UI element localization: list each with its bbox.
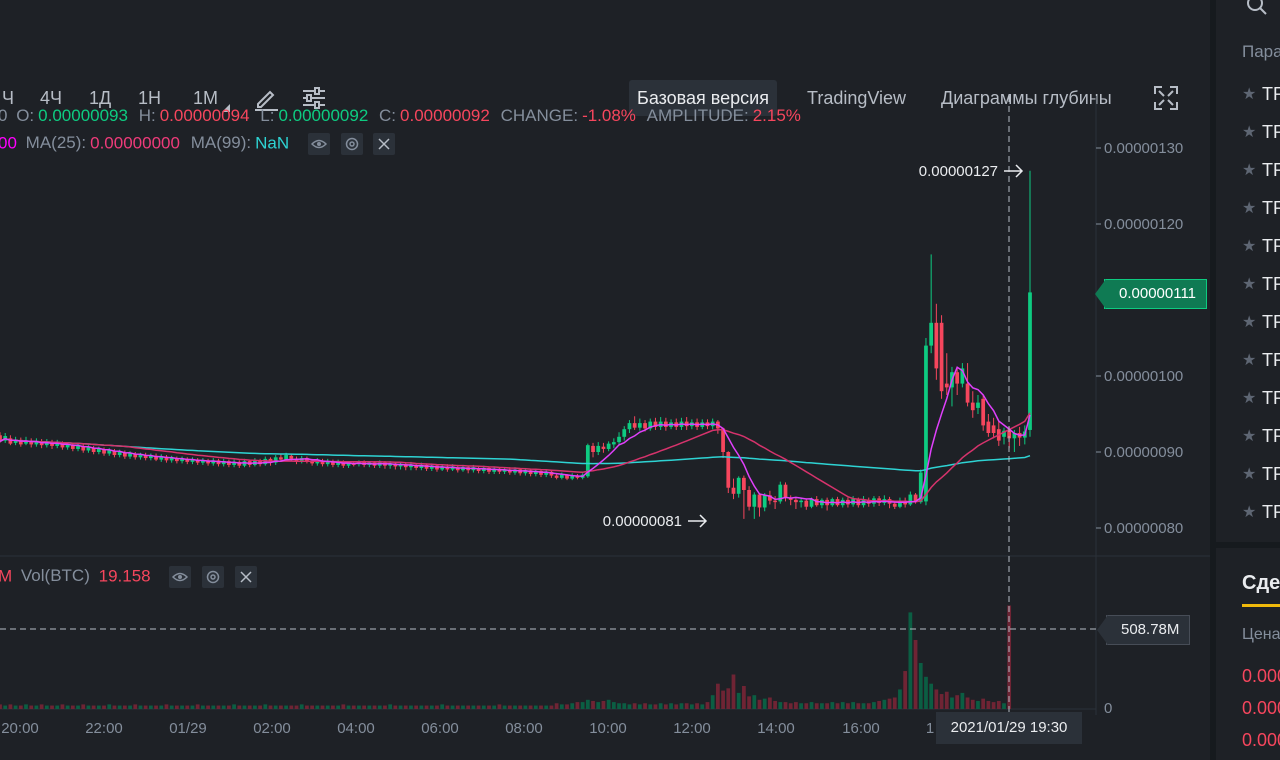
favorite-star-icon[interactable]: ★ — [1242, 312, 1256, 332]
price-tag-pointer — [1095, 279, 1106, 309]
trades-tab-underline — [1242, 604, 1280, 607]
pair-item[interactable]: TR — [1262, 350, 1280, 371]
pair-item[interactable]: TR — [1262, 122, 1280, 143]
amplitude-label: AMPLITUDE: — [646, 106, 749, 125]
pair-item[interactable]: TR — [1262, 84, 1280, 105]
favorite-star-icon[interactable]: ★ — [1242, 350, 1256, 370]
ma-visibility-button[interactable] — [307, 133, 330, 155]
close-label: C: — [379, 106, 397, 125]
gear-icon — [206, 570, 220, 584]
favorite-star-icon[interactable]: ★ — [1242, 426, 1256, 446]
top-strip — [0, 0, 1210, 35]
pair-item[interactable]: TR — [1262, 274, 1280, 295]
chart-toolbar: Ч 4Ч 1Д 1Н 1М Базовая версия TradingView… — [0, 34, 1210, 116]
pair-item[interactable]: TR — [1262, 464, 1280, 485]
current-price-tag: 0.00000111 — [1104, 279, 1208, 309]
favorite-star-icon[interactable]: ★ — [1242, 122, 1256, 142]
ohlc-legend: 0 O: 0.00000093 H: 0.00000094 L: 0.00000092… — [0, 106, 801, 126]
ma25-value: 0.00000000 — [90, 133, 180, 153]
high-label: H: — [138, 106, 156, 125]
ma99-label: MA(99): — [190, 133, 252, 153]
trades-title[interactable]: Сде — [1242, 572, 1280, 595]
low-value: 0.00000092 — [278, 106, 369, 125]
volume-crosshair-value: 508.78M — [1121, 621, 1180, 638]
trades-section: Сде Цена 0.000 0.000 0.000 — [1216, 548, 1280, 760]
favorite-star-icon[interactable]: ★ — [1242, 274, 1256, 294]
pair-item[interactable]: TR — [1262, 426, 1280, 447]
ma7-prefix: 00 — [0, 133, 17, 153]
favorite-star-icon[interactable]: ★ — [1242, 236, 1256, 256]
tab-depth-chart[interactable]: Диаграммы глубины — [933, 80, 1120, 116]
favorite-star-icon[interactable]: ★ — [1242, 160, 1256, 180]
pair-item[interactable]: TR — [1262, 160, 1280, 181]
volume-zero-label: 0 — [1104, 700, 1113, 717]
ma99-value: NaN — [255, 133, 290, 153]
high-value: 0.00000094 — [159, 106, 250, 125]
favorite-star-icon[interactable]: ★ — [1242, 84, 1256, 104]
ma-legend: 00 MA(25): 0.00000000 MA(99): NaN — [0, 133, 396, 155]
volume-visibility-button[interactable] — [169, 566, 192, 588]
ma-settings-button[interactable] — [340, 133, 363, 155]
low-label: L: — [260, 106, 275, 125]
favorite-star-icon[interactable]: ★ — [1242, 502, 1256, 522]
favorite-star-icon[interactable]: ★ — [1242, 198, 1256, 218]
favorite-star-icon[interactable]: ★ — [1242, 464, 1256, 484]
pairs-header: Пара — [1242, 42, 1280, 61]
fullscreen-icon[interactable] — [1152, 84, 1180, 112]
volume-tag-pointer — [1097, 615, 1108, 645]
eye-icon — [172, 572, 189, 582]
volume-settings-button[interactable] — [202, 566, 225, 588]
favorite-star-icon[interactable]: ★ — [1242, 388, 1256, 408]
volume-label: Vol(BTC) — [20, 566, 90, 586]
change-label: CHANGE: — [500, 106, 579, 125]
search-icon[interactable] — [1244, 0, 1270, 18]
eye-icon — [310, 139, 327, 149]
volume-prefix: M — [0, 566, 13, 586]
tab-tradingview[interactable]: TradingView — [799, 80, 914, 116]
trade-price: 0.000 — [1242, 730, 1280, 750]
volume-value: 19.158 — [98, 566, 151, 586]
close-icon — [240, 571, 252, 583]
ma25-label: MA(25): — [25, 133, 87, 153]
current-price-value: 0.00000111 — [1119, 285, 1197, 302]
price-column-header: Цена — [1242, 626, 1280, 643]
pair-item[interactable]: TR — [1262, 502, 1280, 523]
markets-panel: Пара ★ TR ★ TR ★ TR ★ TR ★ TR ★ TR ★ TR ★ TR ★ TR ★ TR ★ TR ★ T… — [1216, 0, 1280, 760]
pair-item[interactable]: TR — [1262, 198, 1280, 219]
pair-item[interactable]: TR — [1262, 312, 1280, 333]
trade-price: 0.000 — [1242, 666, 1280, 686]
close-value: 0.00000092 — [400, 106, 490, 125]
amplitude-value: 2.15% — [752, 106, 801, 125]
gear-icon — [345, 137, 358, 151]
pair-item[interactable]: TR — [1262, 388, 1280, 409]
ma-close-button[interactable] — [373, 133, 396, 155]
volume-close-button[interactable] — [234, 566, 257, 588]
change-value: -1.08% — [582, 106, 636, 125]
close-icon — [378, 138, 390, 150]
ohlc-prefix: 0 — [0, 106, 8, 125]
volume-crosshair-tag: 508.78M — [1106, 615, 1191, 645]
crosshair-time-label: 2021/01/29 19:30 — [936, 712, 1082, 744]
open-value: 0.00000093 — [38, 106, 128, 125]
pair-item[interactable]: TR — [1262, 236, 1280, 257]
volume-legend: M Vol(BTC) 19.158 — [0, 566, 257, 588]
trade-price: 0.000 — [1242, 698, 1280, 718]
open-label: O: — [16, 106, 35, 125]
